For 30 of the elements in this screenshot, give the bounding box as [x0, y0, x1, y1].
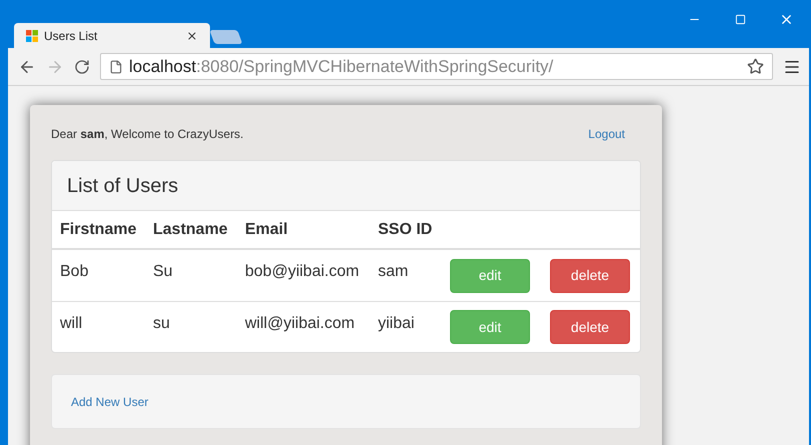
- edit-button[interactable]: edit: [450, 258, 530, 292]
- url-text: localhost:8080/SpringMVCHibernateWithSpringSecurity/: [129, 56, 554, 78]
- reload-icon[interactable]: [74, 58, 90, 74]
- page-icon: [109, 60, 123, 74]
- logout-link[interactable]: Logout: [588, 125, 625, 143]
- address-bar[interactable]: localhost:8080/SpringMVCHibernateWithSpringSecurity/: [100, 53, 773, 80]
- delete-button[interactable]: delete: [550, 310, 630, 344]
- tab-close-icon[interactable]: [186, 30, 198, 42]
- table-cell: su: [153, 315, 170, 332]
- column-header: SSO ID: [378, 220, 432, 238]
- column-header: Email: [245, 220, 288, 238]
- table-cell: Bob: [60, 263, 88, 280]
- table-cell: will@yiibai.com: [245, 315, 355, 332]
- table-cell: bob@yiibai.com: [245, 263, 360, 280]
- column-header: Firstname: [60, 220, 136, 238]
- new-tab-button[interactable]: [209, 30, 243, 44]
- app-logo-icon: [26, 30, 38, 42]
- welcome-text: Dear sam, Welcome to CrazyUsers.: [51, 126, 244, 143]
- table-cell: will: [60, 315, 82, 332]
- panel-title: List of Users: [67, 174, 178, 198]
- delete-button[interactable]: delete: [550, 258, 630, 292]
- table-cell: yiibai: [378, 315, 414, 332]
- bookmark-star-icon[interactable]: [747, 58, 764, 75]
- edit-button[interactable]: edit: [450, 310, 530, 344]
- column-header: Lastname: [153, 220, 228, 238]
- tab-title: Users List: [44, 28, 98, 44]
- table-cell: sam: [378, 263, 408, 280]
- browser-tab[interactable]: Users List: [14, 23, 210, 48]
- add-user-link[interactable]: Add New User: [71, 392, 148, 410]
- table-cell: Su: [153, 263, 173, 280]
